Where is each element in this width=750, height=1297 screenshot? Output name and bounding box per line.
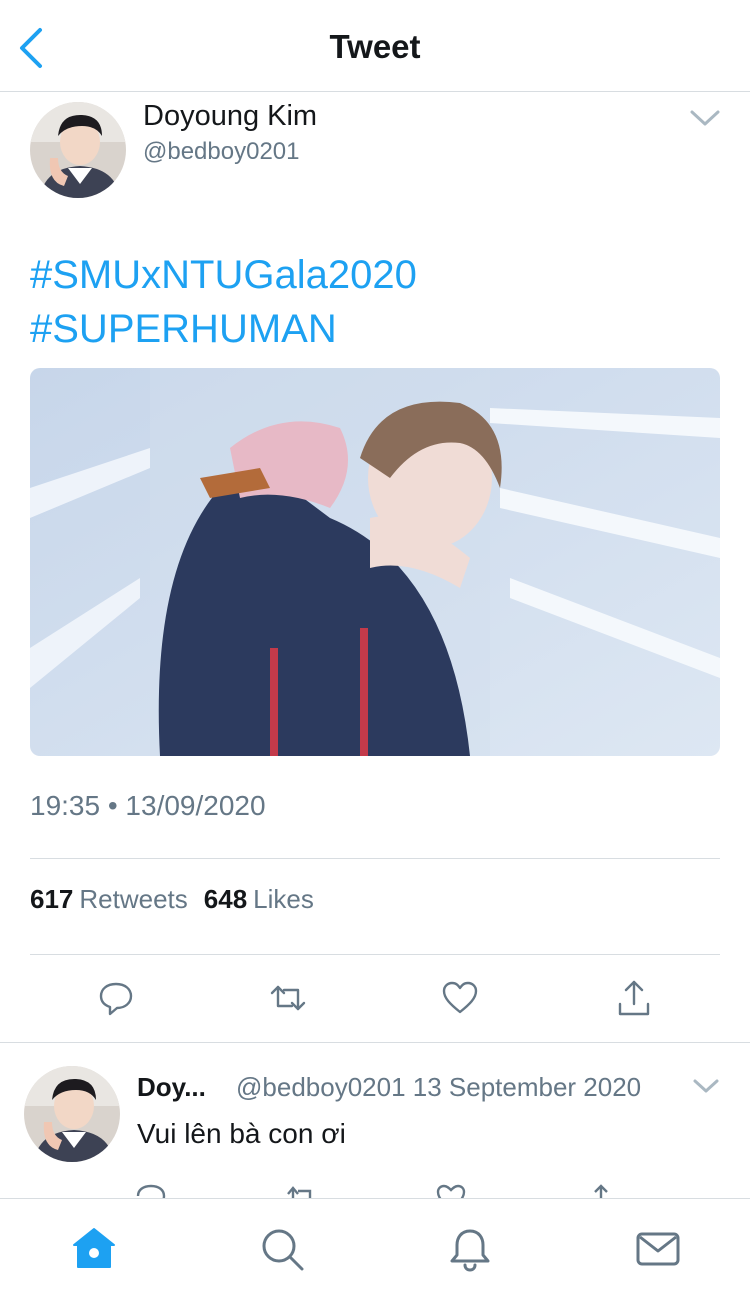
share-icon[interactable] <box>584 1182 618 1198</box>
search-icon <box>262 1229 304 1271</box>
like-count[interactable]: 648 <box>204 884 247 914</box>
author-name[interactable]: Doyoung Kim <box>143 100 317 133</box>
share-icon <box>618 980 650 1016</box>
mail-icon <box>636 1232 680 1266</box>
home-icon <box>73 1228 115 1268</box>
bell-icon <box>450 1229 490 1272</box>
hashtag-link[interactable]: #SMUxNTUGala2020 <box>30 248 417 302</box>
like-button[interactable] <box>438 976 482 1020</box>
tab-messages[interactable] <box>634 1225 682 1273</box>
tweet-media-image[interactable] <box>30 368 720 756</box>
more-options-button[interactable] <box>688 106 722 130</box>
chevron-down-icon <box>693 1079 719 1093</box>
tweet-stats: 617 Retweets 648 Likes <box>30 884 330 915</box>
reply-text: Vui lên bà con ơi <box>137 1118 346 1149</box>
share-button[interactable] <box>612 976 656 1020</box>
author-handle[interactable]: @bedboy0201 <box>143 138 300 166</box>
retweets-label[interactable]: Retweets <box>79 884 187 914</box>
reply-icon[interactable] <box>134 1182 168 1198</box>
avatar[interactable] <box>24 1066 120 1162</box>
retweet-count[interactable]: 617 <box>30 884 73 914</box>
reply-meta: @bedboy0201 13 September 2020 <box>236 1072 642 1102</box>
reply-more-options-button[interactable] <box>692 1076 720 1096</box>
retweet-icon <box>270 985 306 1011</box>
navigation-header: Tweet <box>0 0 750 92</box>
retweet-button[interactable] <box>266 976 310 1020</box>
tweet-actions <box>30 970 720 1026</box>
tab-search[interactable] <box>258 1225 306 1273</box>
hashtag-link[interactable]: #SUPERHUMAN <box>30 302 417 356</box>
divider <box>30 954 720 955</box>
heart-icon[interactable] <box>434 1182 468 1198</box>
reply-button[interactable] <box>94 976 138 1020</box>
avatar[interactable] <box>30 102 126 198</box>
reply-tweet[interactable]: Doy... @bedboy0201 13 September 2020 Vui… <box>0 1042 750 1198</box>
bottom-tab-bar <box>0 1198 750 1297</box>
reply-author-name[interactable]: Doy... <box>137 1072 206 1103</box>
heart-icon <box>442 981 478 1014</box>
divider <box>30 858 720 859</box>
reply-actions <box>0 1178 750 1198</box>
tab-notifications[interactable] <box>446 1225 494 1273</box>
tweet-timestamp: 19:35 • 13/09/2020 <box>30 790 266 821</box>
page-title: Tweet <box>329 28 421 65</box>
reply-icon <box>99 982 133 1016</box>
tab-home[interactable] <box>70 1225 118 1273</box>
likes-label[interactable]: Likes <box>253 884 314 914</box>
tweet-text: #SMUxNTUGala2020 #SUPERHUMAN <box>30 248 417 356</box>
chevron-down-icon <box>690 110 720 126</box>
retweet-icon[interactable] <box>284 1182 318 1198</box>
